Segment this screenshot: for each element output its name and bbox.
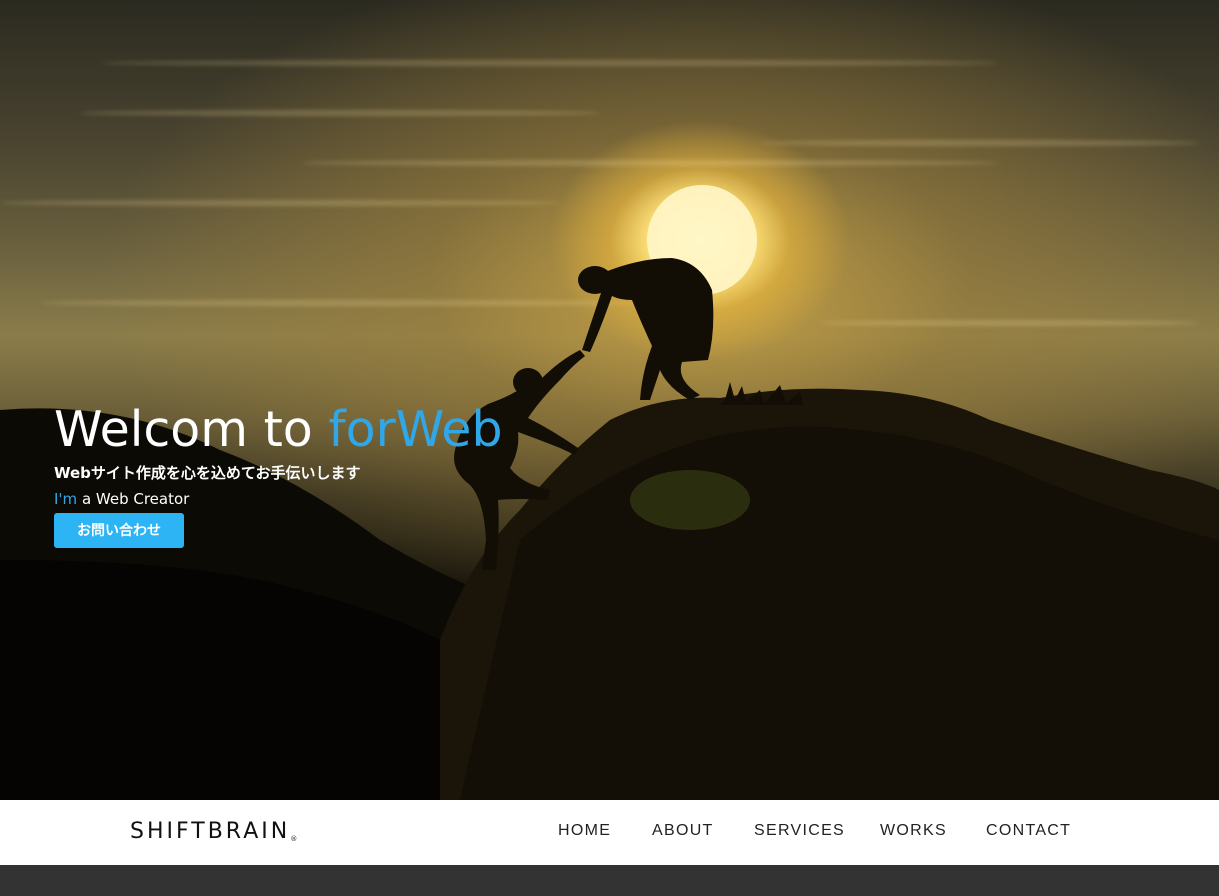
hero-title: Welcom to forWeb	[54, 398, 503, 462]
hero-title-accent: forWeb	[328, 401, 503, 458]
nav-item-about[interactable]: ABOUT	[652, 822, 714, 840]
nav-item-works[interactable]: WORKS	[880, 822, 947, 840]
contact-button[interactable]: お問い合わせ	[54, 513, 184, 548]
climber-silhouette-top	[578, 258, 714, 400]
registered-mark-icon: ®	[290, 835, 298, 843]
hero-title-main: Welcom to	[54, 401, 329, 458]
navbar: SHIFTBRAIN® HOME ABOUT SERVICES WORKS CO…	[0, 800, 1219, 865]
next-section-strip	[0, 865, 1219, 896]
nav-item-home[interactable]: HOME	[558, 822, 611, 840]
hero-role-text: a Web Creator	[77, 490, 190, 508]
hero-role: I'm a Web Creator	[54, 488, 503, 510]
hero-section: Welcom to forWeb Webサイト作成を心を込めてお手伝いします I…	[0, 0, 1219, 800]
logo[interactable]: SHIFTBRAIN®	[130, 819, 297, 844]
hero-content: Welcom to forWeb Webサイト作成を心を込めてお手伝いします I…	[54, 398, 503, 548]
nav-item-services[interactable]: SERVICES	[754, 822, 845, 840]
hero-role-accent: I'm	[54, 490, 78, 508]
logo-text: SHIFTBRAIN	[130, 819, 291, 844]
hero-subtitle: Webサイト作成を心を込めてお手伝いします	[54, 464, 361, 482]
nav-item-contact[interactable]: CONTACT	[986, 822, 1071, 840]
